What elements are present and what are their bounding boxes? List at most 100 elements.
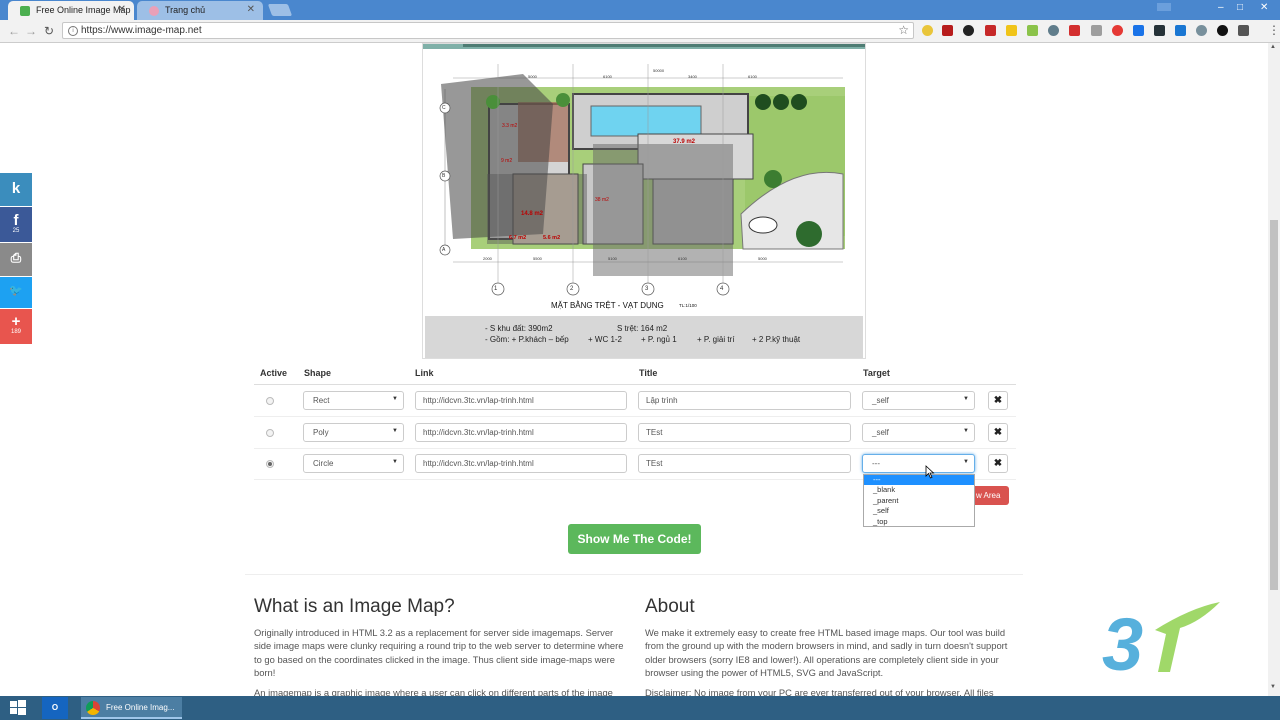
extension-icon[interactable] [985,25,996,36]
close-window-button[interactable]: ✕ [1260,2,1268,13]
room-area-label: 5.6 m2 [543,235,561,241]
dimension-label: 5100 [608,256,617,261]
shape-select[interactable]: Circle ▼ [303,454,404,473]
scrollbar-thumb[interactable] [1270,220,1278,590]
delete-area-button[interactable]: ✖ [988,423,1008,442]
floor-plan-image[interactable]: 1 2 3 4 A B C 5000 6100 50000 3400 6100 … [422,43,866,359]
back-arrow-icon[interactable]: ← [8,24,20,38]
title-input[interactable]: Lập trình [638,391,851,410]
dimension-label: 3400 [688,74,697,79]
axis-label: 3 [645,286,649,292]
user-profile-icon[interactable] [1157,3,1171,11]
dimension-label: 50000 [653,68,665,73]
title-input[interactable]: TEst [638,454,851,473]
reload-icon[interactable]: ↻ [44,24,54,38]
dropdown-option[interactable]: _self [864,506,974,516]
extension-icon[interactable] [1175,25,1186,36]
plus-icon: + [11,313,21,330]
active-radio[interactable] [266,429,274,437]
windows-start-icon[interactable] [0,696,36,720]
3t-logo: 3 [1100,600,1225,686]
axis-label: B [442,173,446,179]
delete-area-button[interactable]: ✖ [988,391,1008,410]
facebook-icon: f [13,212,19,229]
scroll-down-icon[interactable]: ▼ [1270,684,1276,690]
k-share-button[interactable]: k [0,173,32,206]
dropdown-option[interactable]: --- [864,475,974,486]
extension-icon[interactable] [1069,25,1080,36]
close-icon: ✖ [993,427,1003,438]
extension-icon[interactable] [1027,25,1038,36]
shape-value: Rect [313,396,330,405]
chrome-taskbar-button[interactable]: Free Online Imag... [81,697,182,719]
target-value: _self [872,428,889,437]
target-select[interactable]: _self ▼ [862,423,975,442]
delete-area-button[interactable]: ✖ [988,454,1008,473]
tab-image-map[interactable]: Free Online Image Map ✕ [8,1,134,20]
image-map-favicon-icon [20,6,30,16]
forward-arrow-icon[interactable]: → [25,24,37,38]
dimension-label: 2000 [483,256,492,261]
column-header-target: Target [863,368,890,378]
row-divider [254,448,1016,449]
link-input[interactable]: http://idcvn.3tc.vn/lap-trinh.html [415,391,627,410]
minimize-button[interactable]: ‒ [1218,2,1224,13]
extension-icon[interactable] [1217,25,1228,36]
plan-note: + WC 1-2 [588,335,623,344]
facebook-share-button[interactable]: f 25 [0,207,32,242]
dropdown-option[interactable]: _blank [864,485,974,495]
about-paragraph-2: Disclaimer: No image from your PC are ev… [645,687,994,696]
dropdown-option[interactable]: _parent [864,496,974,506]
address-bar[interactable]: i https://www.image-map.net ☆ [62,22,914,39]
caret-down-icon: ▼ [963,396,969,402]
caret-down-icon: ▼ [392,428,398,434]
scroll-up-icon[interactable]: ▲ [1270,44,1276,50]
tab-trang-chu[interactable]: Trang chủ ✕ [137,1,263,20]
close-tab-icon[interactable]: ✕ [118,4,126,15]
twitter-share-button[interactable]: 🐦 [0,277,32,308]
bookmark-star-icon[interactable]: ☆ [898,23,909,37]
extension-icon[interactable] [963,25,974,36]
target-select[interactable]: _self ▼ [862,391,975,410]
link-input[interactable]: http://idcvn.3tc.vn/lap-trinh.html [415,423,627,442]
extension-icon[interactable] [1091,25,1102,36]
extension-icon[interactable] [1006,25,1017,36]
info-icon[interactable]: i [68,26,78,36]
extension-icon[interactable] [942,25,953,36]
extension-icon[interactable] [1112,25,1123,36]
target-dropdown-list[interactable]: --- _blank _parent _self _top [863,474,975,527]
column-header-title: Title [639,368,658,378]
new-tab-button[interactable] [267,4,293,16]
extension-icon[interactable] [1048,25,1059,36]
close-tab-icon[interactable]: ✕ [247,4,255,15]
extension-icon[interactable] [1238,25,1249,36]
what-is-image-map-heading: What is an Image Map? [254,596,455,617]
print-button[interactable]: ⎙ [0,243,32,276]
show-code-button[interactable]: Show Me The Code! [568,524,701,554]
shape-select[interactable]: Poly ▼ [303,423,404,442]
extension-icon[interactable] [922,25,933,36]
print-icon: ⎙ [10,250,22,265]
share-count: 25 [12,228,20,234]
link-input[interactable]: http://idcvn.3tc.vn/lap-trinh.html [415,454,627,473]
extension-icon[interactable] [1154,25,1165,36]
close-icon: ✖ [993,458,1003,469]
extension-icon[interactable] [1196,25,1207,36]
shape-select[interactable]: Rect ▼ [303,391,404,410]
k-icon: k [11,180,21,197]
maximize-button[interactable]: □ [1237,2,1243,13]
outlook-taskbar-button[interactable]: O [42,697,68,719]
dropdown-option[interactable]: _top [864,517,974,527]
axis-label: C [442,105,446,111]
caret-down-icon: ▼ [392,396,398,402]
active-radio[interactable] [266,397,274,405]
menu-icon[interactable]: ⋮ [1268,23,1280,37]
extension-icon[interactable] [1133,25,1144,36]
shape-value: Circle [313,459,334,468]
dimension-label: 6100 [678,256,687,261]
new-area-button[interactable]: w Area [973,486,1009,505]
more-share-button[interactable]: + 189 [0,309,32,344]
target-select[interactable]: --- ▼ [862,454,975,473]
title-input[interactable]: TEst [638,423,851,442]
active-radio[interactable] [266,460,274,468]
